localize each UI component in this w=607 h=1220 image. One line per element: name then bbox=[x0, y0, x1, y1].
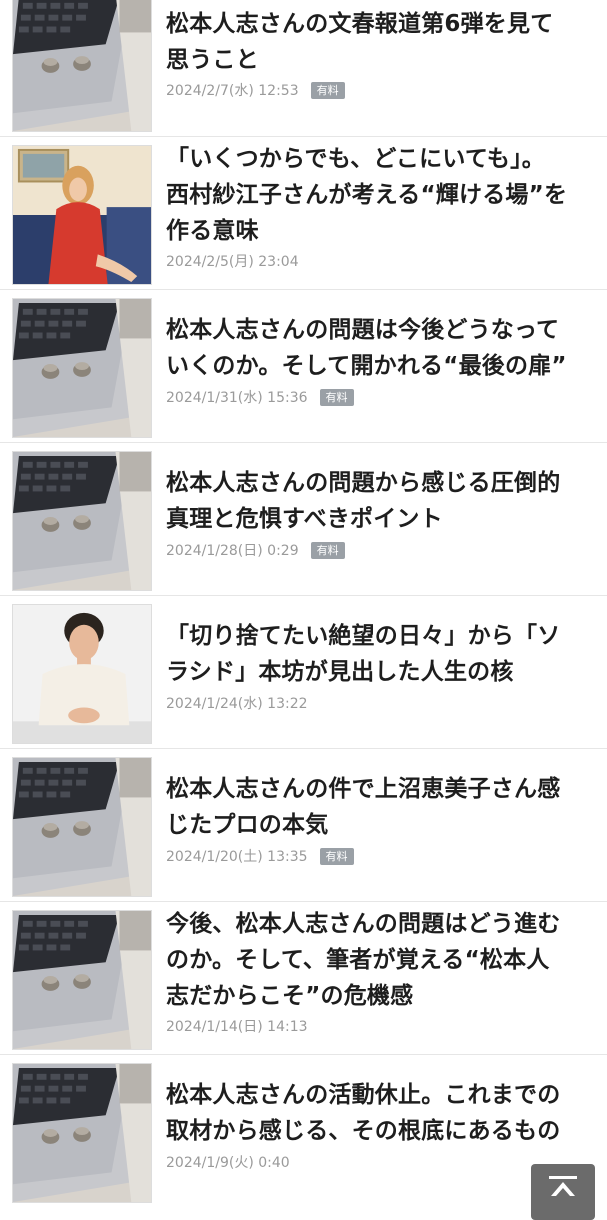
laptop-earbuds-image bbox=[13, 299, 151, 437]
article-item[interactable]: 「いくつからでも、どこにいても」。 西村紗江子さんが考える“輝ける場”を 作る意… bbox=[0, 137, 607, 290]
arrow-up-to-top-icon bbox=[549, 1176, 577, 1196]
article-item[interactable]: 松本人志さんの件で上沼恵美子さん感 じたプロの本気 2024/1/20(土) 1… bbox=[0, 749, 607, 902]
article-title[interactable]: 松本人志さんの件で上沼恵美子さん感 じたプロの本気 bbox=[166, 771, 593, 843]
article-item[interactable]: 松本人志さんの問題から感じる圧倒的 真理と危惧すべきポイント 2024/1/28… bbox=[0, 443, 607, 596]
article-list: 松本人志さんの文春報道第6弾を見て 思うこと 2024/2/7(水) 12:53… bbox=[0, 0, 607, 1208]
article-title[interactable]: 「いくつからでも、どこにいても」。 西村紗江子さんが考える“輝ける場”を 作る意… bbox=[166, 141, 593, 249]
article-meta: 2024/1/14(日) 14:13 bbox=[166, 1016, 308, 1036]
article-thumbnail[interactable] bbox=[12, 298, 152, 438]
scroll-to-top-button[interactable] bbox=[531, 1164, 595, 1220]
article-meta: 2024/1/24(水) 13:22 bbox=[166, 693, 308, 713]
paid-badge: 有料 bbox=[310, 541, 345, 559]
laptop-earbuds-image bbox=[13, 911, 151, 1049]
article-date: 2024/1/31(水) 15:36 bbox=[166, 390, 308, 406]
article-meta: 2024/2/7(水) 12:53 有料 bbox=[166, 80, 345, 100]
paid-badge: 有料 bbox=[319, 388, 354, 406]
laptop-earbuds-image bbox=[13, 758, 151, 896]
article-item[interactable]: 「切り捨てたい絶望の日々」から「ソ ラシド」本坊が見出した人生の核 2024/1… bbox=[0, 596, 607, 749]
laptop-earbuds-image bbox=[13, 0, 151, 131]
article-meta: 2024/1/28(日) 0:29 有料 bbox=[166, 540, 345, 560]
article-date: 2024/1/14(日) 14:13 bbox=[166, 1019, 308, 1035]
woman-red-dress-photo bbox=[13, 146, 151, 284]
laptop-earbuds-image bbox=[13, 1064, 151, 1202]
article-date: 2024/1/20(土) 13:35 bbox=[166, 849, 308, 865]
article-thumbnail[interactable] bbox=[12, 145, 152, 285]
article-title[interactable]: 松本人志さんの文春報道第6弾を見て 思うこと bbox=[166, 6, 593, 78]
article-thumbnail[interactable] bbox=[12, 757, 152, 897]
article-date: 2024/1/9(火) 0:40 bbox=[166, 1155, 290, 1171]
article-thumbnail[interactable] bbox=[12, 0, 152, 132]
article-thumbnail[interactable] bbox=[12, 910, 152, 1050]
article-meta: 2024/1/20(土) 13:35 有料 bbox=[166, 846, 354, 866]
article-title[interactable]: 松本人志さんの活動休止。これまでの 取材から感じる、その根底にあるもの bbox=[166, 1077, 593, 1149]
article-meta: 2024/1/31(水) 15:36 有料 bbox=[166, 387, 354, 407]
laptop-earbuds-image bbox=[13, 452, 151, 590]
article-date: 2024/1/24(水) 13:22 bbox=[166, 696, 308, 712]
article-item[interactable]: 今後、松本人志さんの問題はどう進む のか。そして、筆者が覚える“松本人 志だから… bbox=[0, 902, 607, 1055]
article-date: 2024/2/5(月) 23:04 bbox=[166, 254, 299, 270]
article-item[interactable]: 松本人志さんの問題は今後どうなって いくのか。そして開かれる“最後の扉” 202… bbox=[0, 290, 607, 443]
article-date: 2024/2/7(水) 12:53 bbox=[166, 83, 299, 99]
article-meta: 2024/1/9(火) 0:40 bbox=[166, 1152, 290, 1172]
article-meta: 2024/2/5(月) 23:04 bbox=[166, 251, 299, 271]
article-thumbnail[interactable] bbox=[12, 1063, 152, 1203]
article-thumbnail[interactable] bbox=[12, 604, 152, 744]
article-item[interactable]: 松本人志さんの活動休止。これまでの 取材から感じる、その根底にあるもの 2024… bbox=[0, 1055, 607, 1208]
article-title[interactable]: 松本人志さんの問題から感じる圧倒的 真理と危惧すべきポイント bbox=[166, 465, 593, 537]
paid-badge: 有料 bbox=[310, 81, 345, 99]
article-thumbnail[interactable] bbox=[12, 451, 152, 591]
paid-badge: 有料 bbox=[319, 847, 354, 865]
article-title[interactable]: 今後、松本人志さんの問題はどう進む のか。そして、筆者が覚える“松本人 志だから… bbox=[166, 906, 593, 1014]
article-title[interactable]: 「切り捨てたい絶望の日々」から「ソ ラシド」本坊が見出した人生の核 bbox=[166, 618, 593, 690]
article-date: 2024/1/28(日) 0:29 bbox=[166, 543, 299, 559]
article-title[interactable]: 松本人志さんの問題は今後どうなって いくのか。そして開かれる“最後の扉” bbox=[166, 312, 593, 384]
man-white-sweater-photo bbox=[13, 605, 151, 743]
article-item[interactable]: 松本人志さんの文春報道第6弾を見て 思うこと 2024/2/7(水) 12:53… bbox=[0, 0, 607, 137]
